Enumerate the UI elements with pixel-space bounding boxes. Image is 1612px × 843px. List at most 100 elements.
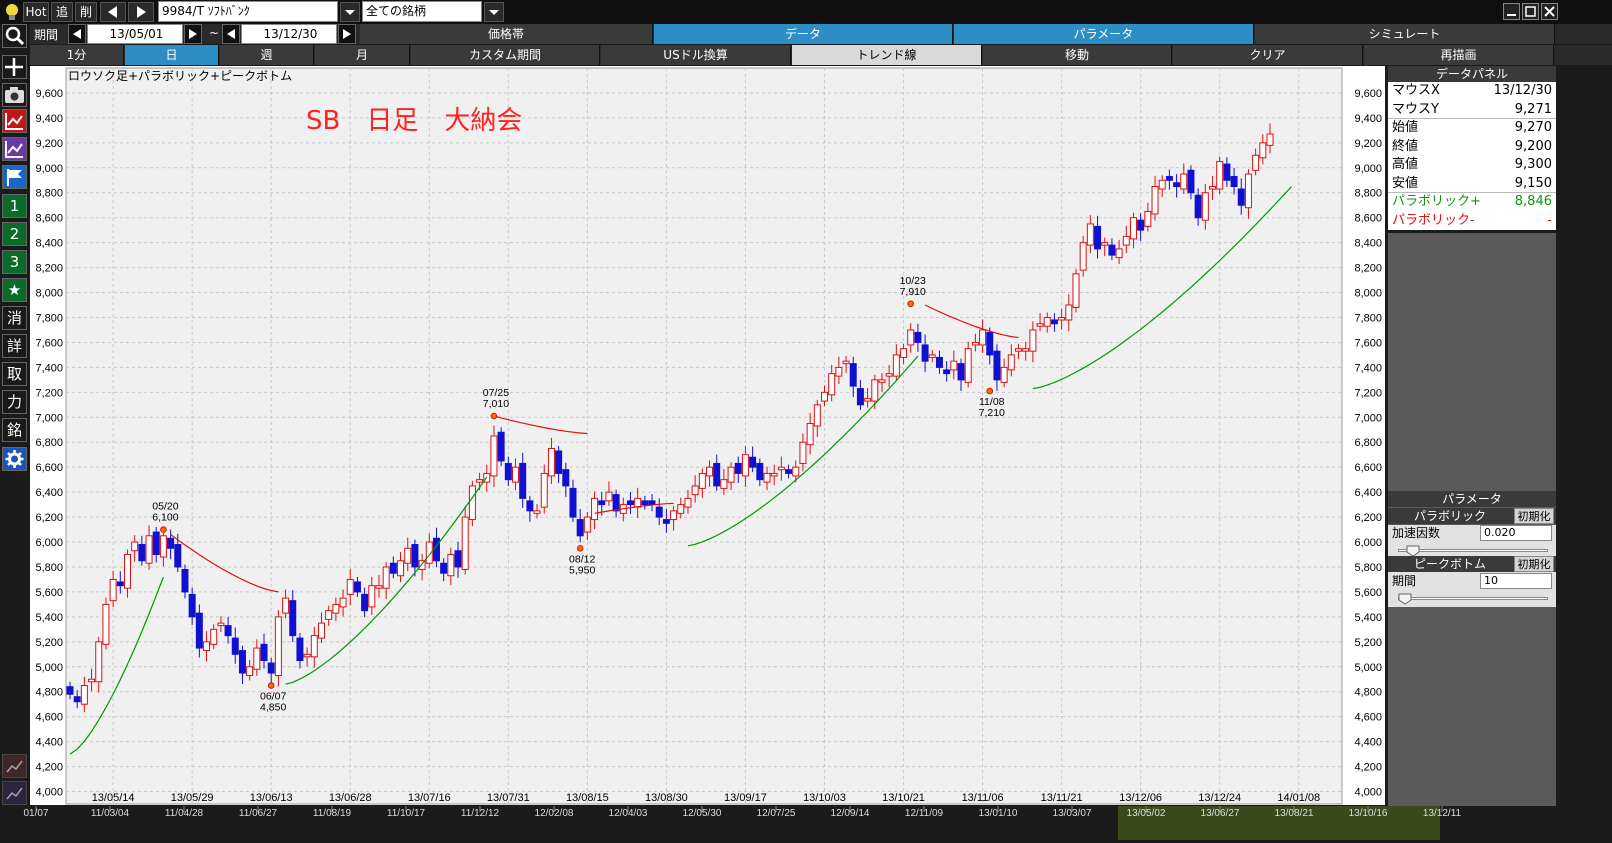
timeframe-row: 1分 日 週 月 カスタム期間 USドル換算 トレンド線 移動 クリア 再描画 [30,45,1612,65]
hot-button[interactable]: Hot [23,2,49,22]
candle-body [583,516,591,533]
add-button[interactable]: 追 [51,2,73,22]
candle-body [88,678,96,683]
candle-body [691,485,699,496]
chart-purple-icon[interactable] [2,137,27,161]
accel-input[interactable]: 0.020 [1480,525,1552,541]
clear-button[interactable]: クリア [1173,45,1363,65]
bottom-price-label: 4,850 [260,701,286,713]
end-next-button[interactable] [338,24,356,44]
peak-marker [490,412,498,420]
star-icon[interactable]: ★ [2,278,27,302]
symbol-button[interactable]: 銘 [2,418,27,442]
candle-body [785,469,793,474]
bottom-timeline[interactable]: 01/07 11/03/04 11/04/28 11/06/27 11/08/19 11/… [0,806,1612,840]
move-button[interactable]: 移動 [983,45,1172,65]
navigator-label: 13/10/16 [1349,808,1388,819]
candle-body [238,650,246,674]
sar-plus-row: パラボリック+ 8,846 [1392,194,1552,209]
candle-body [1022,348,1030,352]
end-prev-button[interactable] [222,24,240,44]
candle-body [353,581,361,593]
data-panel-filler [1388,233,1556,491]
navigator-label: 12/07/25 [757,808,796,819]
next-symbol-button[interactable] [128,2,154,22]
navigator-label: 13/08/21 [1275,808,1314,819]
crosshair-icon[interactable] [2,55,27,79]
period-slider[interactable] [1398,593,1548,605]
timeframe-custom[interactable]: カスタム期間 [411,45,600,65]
start-prev-button[interactable] [68,24,86,44]
redraw-button[interactable]: 再描画 [1364,45,1554,65]
data-panel-header: データパネル [1388,66,1556,82]
bulb-icon[interactable] [2,2,22,22]
x-tick-label: 13/05/29 [171,792,214,804]
trendline-button[interactable]: トレンド線 [792,45,982,65]
period-separator: ~ [208,26,220,40]
timeframe-daily[interactable]: 日 [125,45,219,65]
tab-price-band[interactable]: 価格帯 [360,24,653,44]
detail-button[interactable]: 詳 [2,334,27,358]
tab-simulate[interactable]: シミュレート [1255,24,1555,44]
erase-button[interactable]: 消 [2,306,27,330]
candle-body [835,366,843,377]
peak-reset-button[interactable]: 初期化 [1514,556,1554,572]
group-dropdown-button[interactable] [484,2,504,22]
parabolic-reset-button[interactable]: 初期化 [1514,508,1554,524]
candle-body [210,628,218,645]
candle-body [914,331,922,343]
period-param-input[interactable]: 10 [1480,573,1552,589]
tab-data[interactable]: データ [654,24,953,44]
x-tick-label: 13/07/31 [487,792,530,804]
candle-body [1187,169,1195,194]
candle-body [526,500,534,512]
minimize-icon[interactable] [1503,3,1521,21]
window-controls [1503,3,1563,21]
candle-body [397,560,405,577]
flag-icon[interactable] [2,165,27,189]
candle-body [670,510,678,521]
gear-icon[interactable] [2,447,27,471]
start-next-button[interactable] [184,24,202,44]
fetch-button[interactable]: 取 [2,362,27,386]
candle-body [159,535,167,558]
timeframe-monthly[interactable]: 月 [315,45,410,65]
symbol-dropdown-button[interactable] [340,2,360,22]
start-date-input[interactable]: 13/05/01 [87,24,183,44]
close-icon[interactable] [1541,3,1559,21]
mini-chart-icon-2[interactable] [2,781,27,805]
y-tick-label-right: 7,400 [1354,362,1382,374]
mini-chart-icon[interactable] [2,754,27,778]
chart-area[interactable]: 9,600 9,600 9,400 9,400 9,200 9,200 9,000 9,000… [30,66,1385,805]
camera-icon[interactable] [2,83,27,107]
prev-symbol-button[interactable] [100,2,126,22]
group-select[interactable]: 全ての銘柄 [362,1,482,22]
candle-body [116,581,124,587]
candle-body [432,537,440,562]
navigator-label: 13/03/07 [1053,808,1092,819]
bottom-marker [986,387,994,395]
symbol-input[interactable]: 9984/T ｿﾌﾄﾊﾞﾝｸ [158,1,338,22]
timeframe-weekly[interactable]: 週 [220,45,314,65]
timeframe-1min[interactable]: 1分 [30,45,124,65]
candle-body [706,466,714,477]
number-2-button[interactable]: 2 [2,222,27,246]
candle-body [217,622,225,627]
maximize-icon[interactable] [1522,3,1540,21]
search-icon[interactable] [2,24,27,48]
slider-thumb[interactable] [1398,593,1412,605]
usd-convert-button[interactable]: USドル換算 [601,45,791,65]
number-3-button[interactable]: 3 [2,250,27,274]
candle-body [1194,194,1202,219]
input-button[interactable]: 力 [2,390,27,414]
candle-body [1115,248,1123,259]
candle-body [533,510,541,514]
tab-parameters[interactable]: パラメータ [954,24,1254,44]
candle-body [892,354,900,377]
end-date-input[interactable]: 13/12/30 [241,24,337,44]
number-1-button[interactable]: 1 [2,194,27,218]
delete-button[interactable]: 削 [75,2,97,22]
y-tick-label-left: 6,400 [35,487,63,499]
chart-red-icon[interactable] [2,109,27,133]
candle-body [440,562,448,574]
